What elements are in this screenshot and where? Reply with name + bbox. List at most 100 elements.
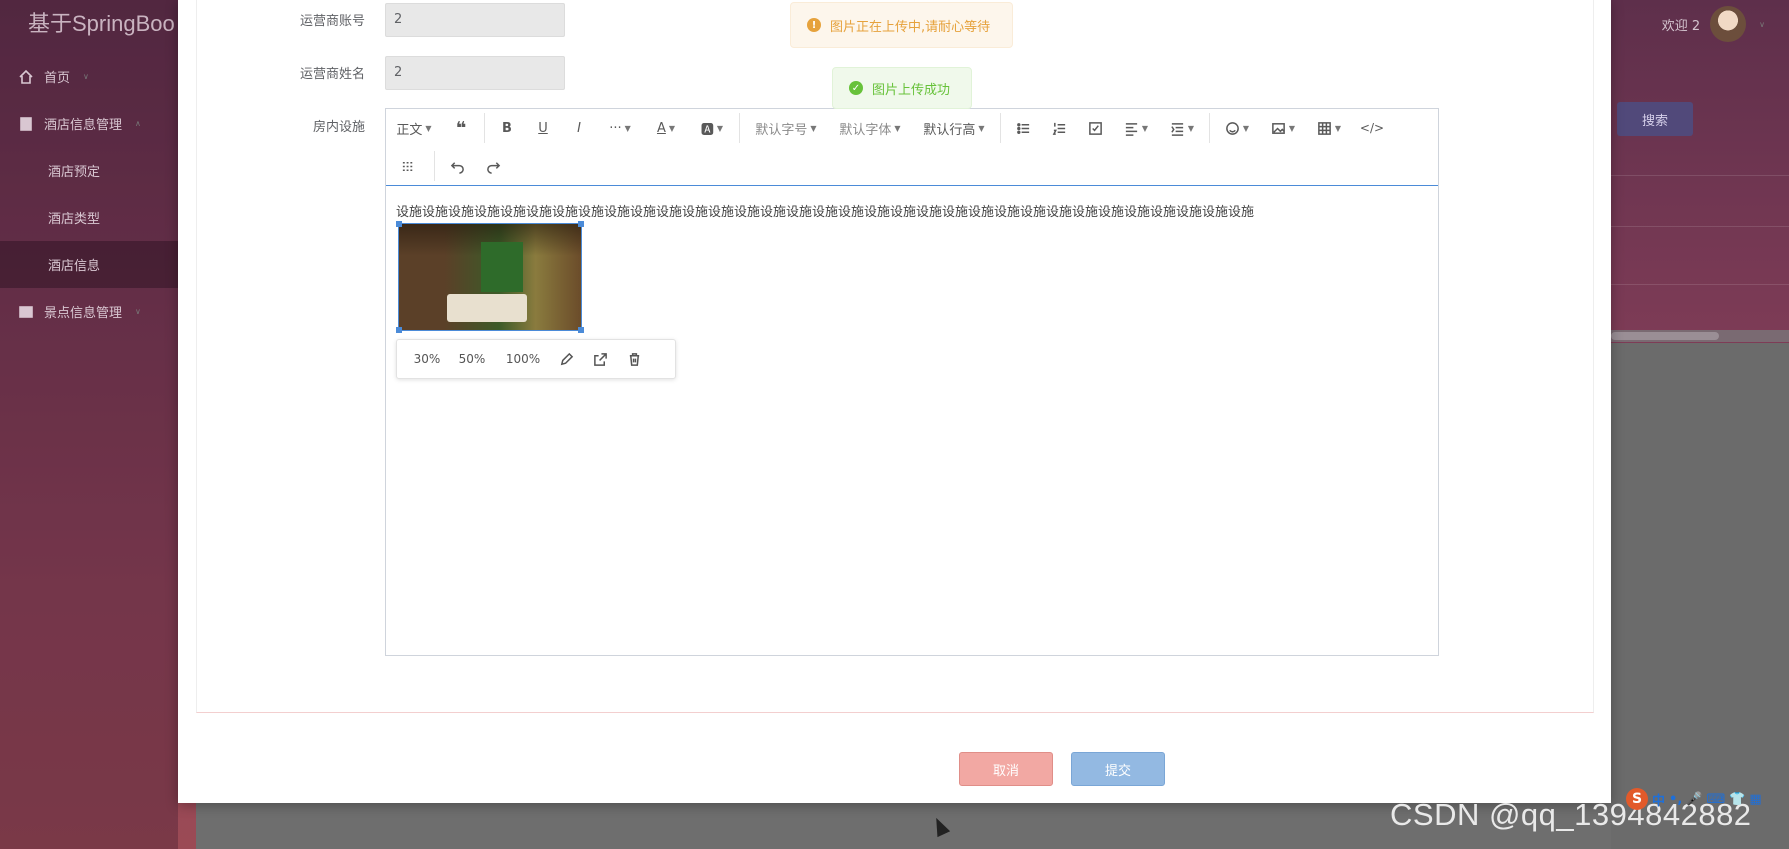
upload-success-toast: ✓ 图片上传成功 <box>832 67 972 109</box>
size-100-button[interactable]: 100% <box>497 340 549 378</box>
code-icon: </> <box>1359 121 1385 135</box>
table-divider <box>1611 175 1789 176</box>
line-height-select[interactable]: 默认行高 ▼ <box>912 109 996 147</box>
align-left-icon <box>1125 122 1138 136</box>
bold-button[interactable]: B <box>489 109 525 147</box>
editor-content[interactable]: 设施设施设施设施设施设施设施设施设施设施设施设施设施设施设施设施设施设施设施设施… <box>396 201 1428 379</box>
quote-button[interactable]: ❝ <box>442 109 480 147</box>
punctuation-icon[interactable]: •, <box>1669 792 1682 807</box>
todo-button[interactable] <box>1077 109 1113 147</box>
image-icon <box>1272 122 1285 134</box>
sidebar-item-hotel-type[interactable]: 酒店类型 <box>0 194 178 241</box>
sogou-logo-icon: S <box>1626 788 1648 810</box>
insert-image-button[interactable]: ▼ <box>1260 109 1306 147</box>
pencil-icon <box>560 352 573 365</box>
editor-text: 设施设施设施设施设施设施设施设施设施设施设施设施设施设施设施设施设施设施设施设施… <box>396 205 1255 220</box>
photo-window <box>481 242 523 292</box>
name-label: 运营商姓名 <box>299 67 365 82</box>
font-size-select[interactable]: 默认字号 ▼ <box>744 109 828 147</box>
bold-icon: B <box>502 120 512 136</box>
sidebar-item-hotel-booking[interactable]: 酒店预定 <box>0 147 178 194</box>
checkbox-icon <box>1088 121 1102 135</box>
italic-button[interactable]: I <box>561 109 597 147</box>
toolbar-divider <box>1209 113 1210 143</box>
skin-icon[interactable]: 👕 <box>1729 792 1745 807</box>
line-height-label: 默认行高 <box>923 122 976 138</box>
divider-line-button[interactable] <box>386 147 430 185</box>
microphone-icon[interactable]: 🎤 <box>1686 792 1702 807</box>
sidebar-item-label: 酒店信息 <box>48 259 101 274</box>
font-color-icon: A <box>656 120 666 136</box>
undo-button[interactable] <box>439 147 475 185</box>
name-field[interactable]: 2 <box>385 56 565 90</box>
sidebar-item-home[interactable]: 首页 ∨ <box>0 53 178 100</box>
horizontal-scrollbar[interactable] <box>1611 330 1789 342</box>
submit-button[interactable]: 提交 <box>1071 752 1165 786</box>
sidebar-item-label: 景点信息管理 <box>44 306 123 321</box>
underline-icon: U <box>538 120 548 136</box>
emoji-button[interactable]: ▼ <box>1214 109 1260 147</box>
redo-icon <box>486 161 500 174</box>
heading-select[interactable]: 正文 ▼ <box>386 109 442 147</box>
insert-table-button[interactable]: ▼ <box>1306 109 1352 147</box>
sidebar-item-hotel-info-management[interactable]: 酒店信息管理 ∧ <box>0 100 178 147</box>
indent-button[interactable]: ▼ <box>1159 109 1205 147</box>
chevron-up-icon: ∧ <box>135 119 141 128</box>
table-divider <box>1611 284 1789 285</box>
redo-button[interactable] <box>475 147 511 185</box>
resize-handle[interactable] <box>396 327 402 333</box>
sidebar-item-label: 酒店类型 <box>48 212 101 227</box>
size-50-button[interactable]: 50% <box>447 340 497 378</box>
indent-icon <box>1171 122 1184 136</box>
underline-button[interactable]: U <box>525 109 561 147</box>
sidebar-item-label: 酒店预定 <box>48 165 101 180</box>
account-field[interactable]: 2 <box>385 3 565 37</box>
undo-icon <box>450 161 464 174</box>
background-color-icon: 🅰 <box>700 122 714 138</box>
sidebar-item-label: 首页 <box>44 71 71 86</box>
font-color-button[interactable]: A ▼ <box>643 109 689 147</box>
numbered-list-icon <box>1052 122 1065 135</box>
external-link-icon <box>593 352 607 366</box>
inserted-image[interactable] <box>396 221 584 333</box>
font-family-select[interactable]: 默认字体 ▼ <box>828 109 912 147</box>
size-30-button[interactable]: 30% <box>407 340 447 378</box>
bullet-list-button[interactable] <box>1005 109 1041 147</box>
image-toolbar: 30% 50% 100% <box>396 339 676 379</box>
font-family-label: 默认字体 <box>839 122 892 138</box>
more-style-button[interactable]: ··· ▼ <box>597 109 643 147</box>
ime-toolbar[interactable]: S 中 •, 🎤 ⌨ 👕 ▦ <box>1626 788 1762 810</box>
scrollbar-thumb[interactable] <box>1611 332 1719 340</box>
code-button[interactable]: </> <box>1352 109 1392 147</box>
edit-image-button[interactable] <box>549 340 583 378</box>
resize-handle[interactable] <box>578 327 584 333</box>
keyboard-icon[interactable]: ⌨ <box>1706 792 1725 807</box>
background-gray-area <box>1611 343 1789 849</box>
open-link-button[interactable] <box>583 340 617 378</box>
rich-text-editor[interactable]: 正文 ▼ ❝ B U I ··· ▼ A ▼ 🅰 ▼ 默认字号 ▼ 默认字体 ▼ 默认行高 ▼ <box>385 108 1439 656</box>
background-color-button[interactable]: 🅰 ▼ <box>689 109 735 147</box>
ime-mode[interactable]: 中 <box>1652 790 1665 809</box>
cancel-button[interactable]: 取消 <box>959 752 1053 786</box>
image-icon <box>19 305 33 318</box>
delete-image-button[interactable] <box>617 340 651 378</box>
align-button[interactable]: ▼ <box>1113 109 1159 147</box>
italic-icon: I <box>577 120 581 136</box>
warning-message: 图片正在上传中,请耐心等待 <box>830 19 991 35</box>
sidebar-item-hotel-info[interactable]: 酒店信息 <box>0 241 178 288</box>
upload-warning-toast: ! 图片正在上传中,请耐心等待 <box>790 2 1013 48</box>
heading-label: 正文 <box>396 122 423 138</box>
table-icon <box>1318 121 1331 135</box>
resize-handle[interactable] <box>396 221 402 227</box>
grid-icon[interactable]: ▦ <box>1749 792 1761 807</box>
sidebar-item-attraction-management[interactable]: 景点信息管理 ∨ <box>0 288 178 335</box>
photo-bed <box>447 294 527 322</box>
search-button[interactable]: 搜索 <box>1617 102 1693 136</box>
book-icon <box>20 116 32 131</box>
toolbar-divider <box>484 113 485 143</box>
editor-toolbar: 正文 ▼ ❝ B U I ··· ▼ A ▼ 🅰 ▼ 默认字号 ▼ 默认字体 ▼ 默认行高 ▼ <box>386 109 1438 186</box>
resize-handle[interactable] <box>578 221 584 227</box>
background-content: 搜索 <box>1611 0 1789 849</box>
account-label: 运营商账号 <box>299 14 365 29</box>
numbered-list-button[interactable] <box>1041 109 1077 147</box>
